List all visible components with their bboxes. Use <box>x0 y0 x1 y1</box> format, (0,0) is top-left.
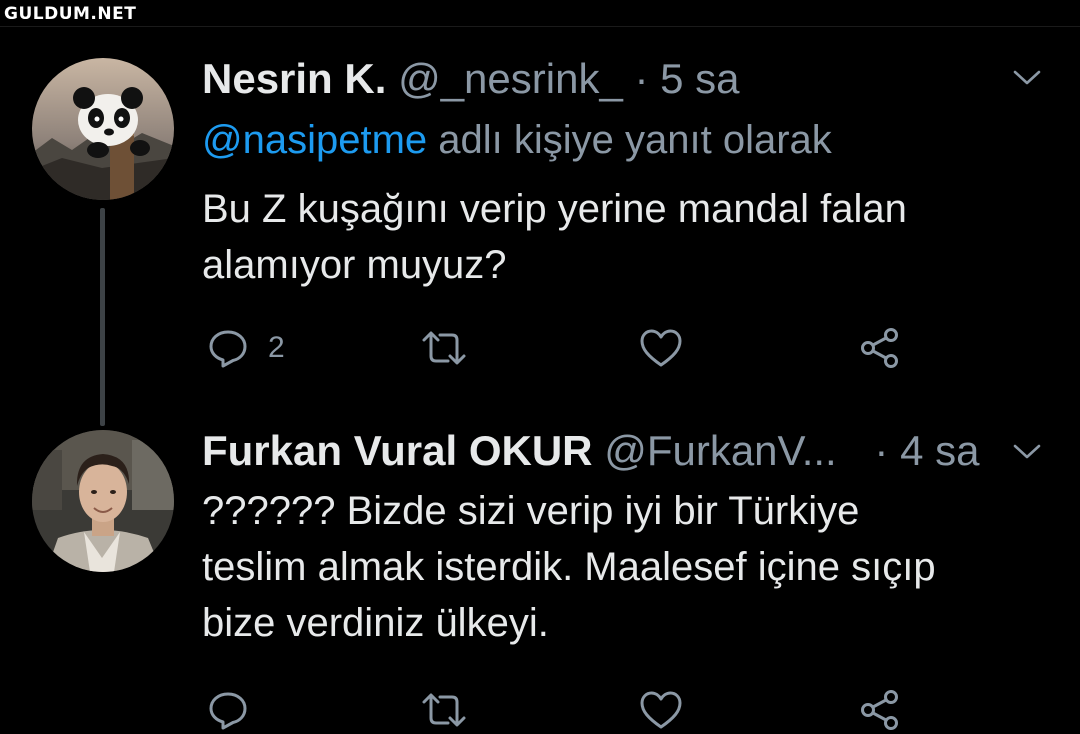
chevron-down-icon[interactable] <box>1012 442 1042 462</box>
tweet-text-line: bize verdiniz ülkeyi. <box>202 601 549 645</box>
watermark-logo: GULDUM.NET <box>4 4 137 24</box>
reply-context-text: adlı kişiye yanıt olarak <box>438 118 832 162</box>
reply-button[interactable]: 2 <box>206 326 285 370</box>
tweet-text-line: ?????? Bizde sizi verip iyi bir Türkiye <box>202 489 860 533</box>
share-icon <box>861 328 898 368</box>
separator-dot: · <box>874 427 889 474</box>
tweet-text: ?????? Bizde sizi verip iyi bir Türkiye … <box>202 483 1062 651</box>
mention-link[interactable]: @nasipetme <box>202 118 427 162</box>
author-handle[interactable]: @_nesrink_ <box>398 55 623 102</box>
share-button[interactable] <box>858 326 902 370</box>
author-name[interactable]: Nesrin K. <box>202 55 386 102</box>
reply-button[interactable] <box>206 688 268 732</box>
retweet-button[interactable] <box>420 326 468 370</box>
tweet-text-line: Bu Z kuşağını verip yerine mandal falan <box>202 187 907 231</box>
person-avatar[interactable] <box>32 430 174 572</box>
reply-count: 2 <box>268 331 285 364</box>
tweet-text: Bu Z kuşağını verip yerine mandal falan … <box>202 181 1062 293</box>
like-button[interactable] <box>638 326 684 370</box>
chevron-down-icon[interactable] <box>1012 68 1042 88</box>
tweet-2[interactable]: Furkan Vural OKUR @FurkanV... · 4 sa ???… <box>202 426 1062 666</box>
author-handle[interactable]: @FurkanV... <box>604 427 837 474</box>
timestamp[interactable]: 5 sa <box>660 55 739 102</box>
retweet-icon <box>422 331 466 365</box>
tweet-header: Nesrin K. @_nesrink_ · 5 sa <box>202 54 740 104</box>
reply-context: @nasipetme adlı kişiye yanıt olarak <box>202 116 832 164</box>
tweet-header: Furkan Vural OKUR @FurkanV... · 4 sa <box>202 426 1002 476</box>
like-icon <box>640 329 682 367</box>
like-button[interactable] <box>638 688 684 732</box>
retweet-icon <box>422 693 466 727</box>
author-name[interactable]: Furkan Vural OKUR <box>202 427 593 474</box>
tweet-text-line: teslim almak isterdik. Maalesef içine sı… <box>202 545 936 589</box>
panda-avatar[interactable] <box>32 58 174 200</box>
retweet-button[interactable] <box>420 688 468 732</box>
like-icon <box>640 691 682 729</box>
tweet-1-actions: 2 <box>202 326 922 370</box>
separator-dot: · <box>634 55 649 102</box>
timestamp[interactable]: 4 sa <box>900 427 979 474</box>
reply-icon <box>209 330 247 368</box>
tweet-1[interactable]: Nesrin K. @_nesrink_ · 5 sa @nasipetme a… <box>202 54 1062 294</box>
tweet-2-actions <box>202 688 922 732</box>
tweet-text-line: alamıyor muyuz? <box>202 243 507 287</box>
reply-icon <box>209 692 247 730</box>
share-icon <box>861 690 898 730</box>
top-divider <box>0 26 1080 27</box>
share-button[interactable] <box>858 688 902 732</box>
thread-connector-line <box>100 208 105 426</box>
